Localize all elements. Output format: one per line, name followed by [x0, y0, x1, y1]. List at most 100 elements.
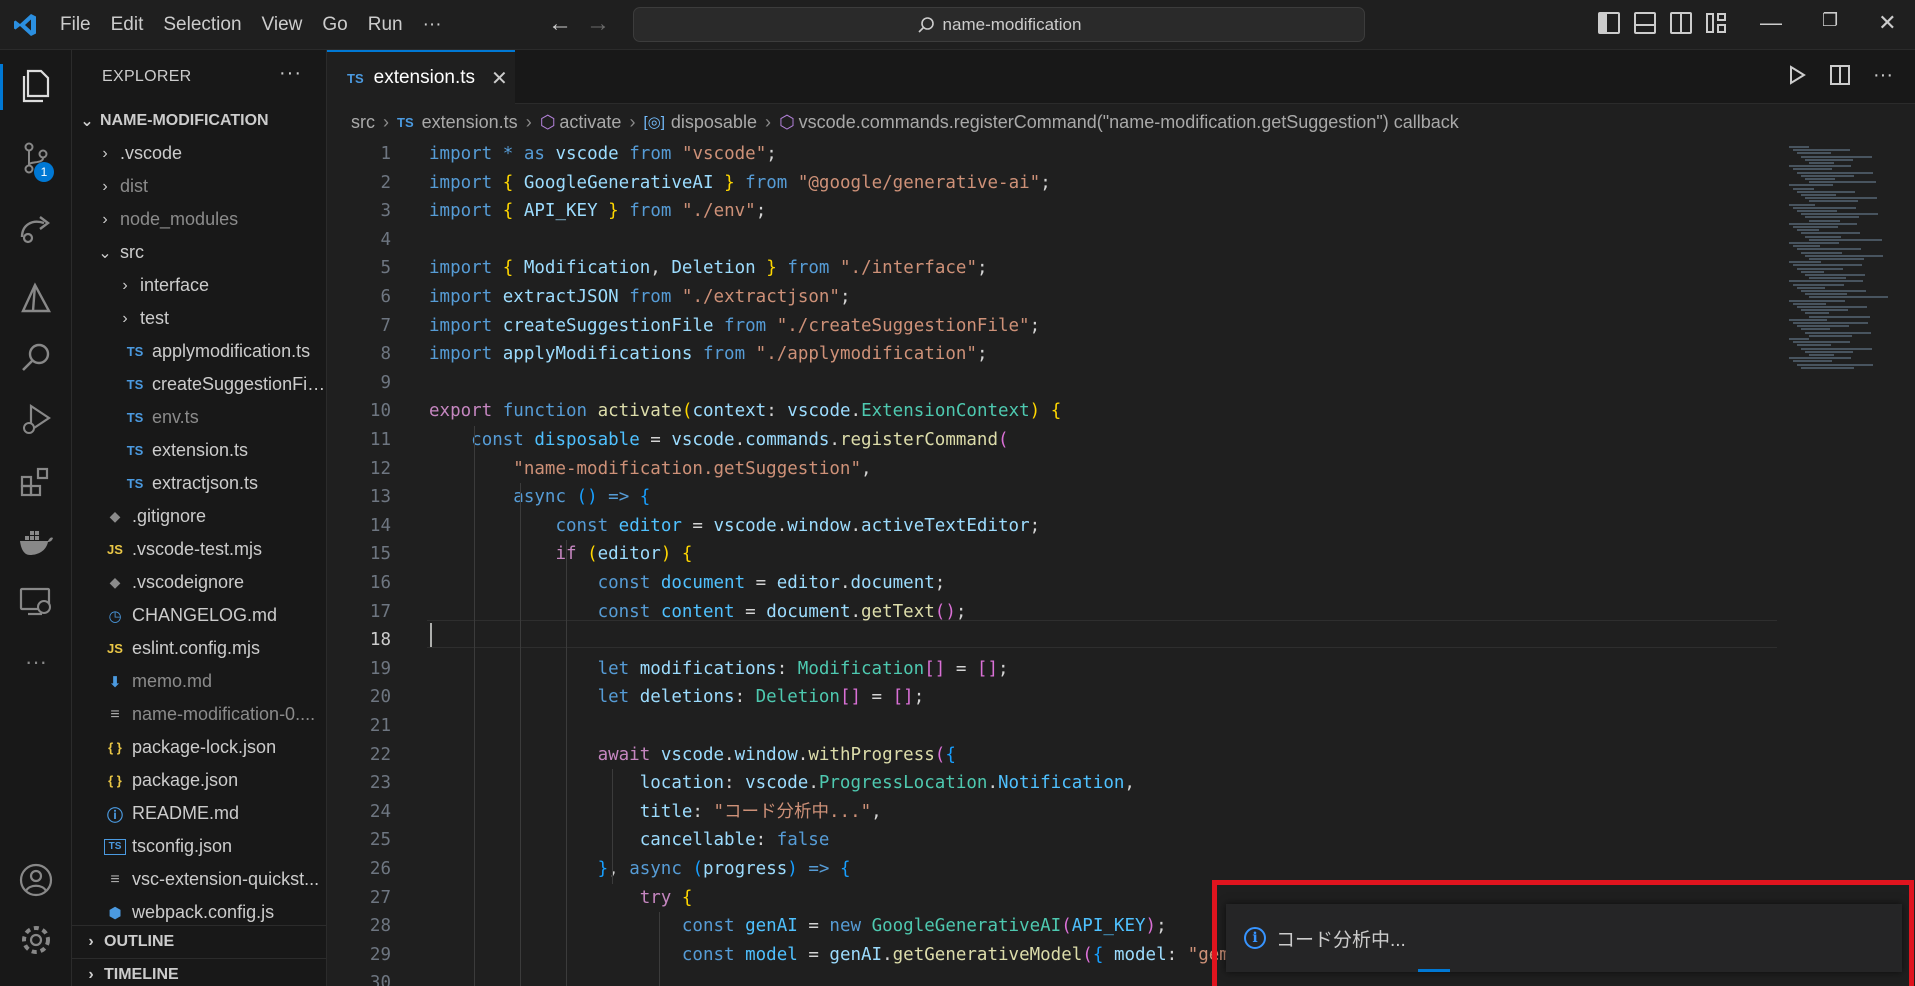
close-window-icon[interactable]: ✕ — [1878, 10, 1896, 36]
breadcrumb-callback[interactable]: vscode.commands.registerCommand("name-mo… — [799, 112, 1459, 133]
minimize-icon[interactable]: — — [1760, 10, 1782, 36]
code-token: ) — [660, 544, 672, 565]
minimap-line — [1797, 190, 1855, 193]
menu-item[interactable]: Selection — [153, 8, 251, 42]
back-arrow-icon[interactable]: ← — [548, 10, 572, 38]
code-text: if (editor) { — [429, 540, 692, 568]
code-text: location: vscode.ProgressLocation.Notifi… — [429, 769, 1135, 797]
tree-root-folder[interactable]: ⌄ NAME-MODIFICATION — [72, 104, 326, 137]
menu-item[interactable]: View — [252, 8, 313, 42]
code-token: ; — [955, 601, 967, 622]
run-icon[interactable] — [1787, 64, 1807, 86]
tree-item[interactable]: › node_modules — [72, 203, 326, 236]
minimap-line — [1793, 341, 1850, 344]
remote-explorer-icon[interactable] — [16, 582, 56, 622]
timeline-section[interactable]: › TIMELINE — [72, 958, 326, 986]
more-actions-icon[interactable]: ··· — [1873, 64, 1893, 87]
tree-item[interactable]: TS createSuggestionFil... — [72, 368, 326, 401]
menu-item[interactable]: ··· — [413, 8, 452, 42]
tree-item[interactable]: ⬇ memo.md — [72, 665, 326, 698]
tree-item[interactable]: { } package.json — [72, 764, 326, 797]
code-token: modifications — [639, 658, 777, 679]
breadcrumb-variable[interactable]: disposable — [671, 112, 757, 133]
command-center-search[interactable]: name-modification — [633, 7, 1365, 42]
menu-item[interactable]: Run — [358, 8, 413, 42]
minimap-line — [1801, 213, 1878, 216]
run-debug-icon[interactable] — [16, 400, 56, 440]
indent-guide — [659, 912, 660, 986]
code-token: genAI — [829, 944, 883, 965]
code-line: 13 async () => { — [327, 483, 1777, 511]
toggle-primary-sidebar-icon[interactable] — [1598, 12, 1620, 34]
tree-item[interactable]: TS extension.ts — [72, 434, 326, 467]
split-editor-icon[interactable] — [1829, 64, 1851, 86]
tree-item[interactable]: › dist — [72, 170, 326, 203]
indent-guide — [474, 426, 475, 986]
restore-icon[interactable]: ❐ — [1822, 10, 1838, 36]
code-editor[interactable]: 1 import * as vscode from "vscode"; 2 impor… — [327, 140, 1915, 986]
tree-item[interactable]: TS applymodification.ts — [72, 335, 326, 368]
breadcrumb-src[interactable]: src — [351, 112, 375, 133]
tree-item[interactable]: › test — [72, 302, 326, 335]
json-file-icon: { } — [108, 773, 122, 788]
prisma-icon[interactable] — [16, 278, 56, 318]
line-number: 26 — [369, 859, 391, 879]
breadcrumb-file[interactable]: extension.ts — [422, 112, 518, 133]
minimap-line — [1797, 171, 1873, 174]
account-icon[interactable] — [16, 860, 56, 900]
javascript-file-icon: JS — [107, 641, 123, 656]
tree-item[interactable]: JS .vscode-test.mjs — [72, 533, 326, 566]
tree-item[interactable]: TS tsconfig.json — [72, 830, 326, 863]
tree-item[interactable]: ≡ vsc-extension-quickst... — [72, 863, 326, 896]
tree-item[interactable]: ≡ name-modification-0.... — [72, 698, 326, 731]
code-token: } — [766, 258, 777, 279]
menu-item[interactable]: Edit — [101, 8, 154, 42]
webpack-file-icon: ⬢ — [108, 904, 122, 922]
code-token: ( — [587, 544, 598, 565]
tree-item[interactable]: › .vscode — [72, 137, 326, 170]
tree-item[interactable]: { } package-lock.json — [72, 731, 326, 764]
outline-section[interactable]: › OUTLINE — [72, 925, 326, 958]
minimap-line — [1805, 254, 1883, 257]
tree-item[interactable]: ◷ CHANGELOG.md — [72, 599, 326, 632]
code-token: . — [724, 744, 735, 765]
tree-item[interactable]: ◆ .vscodeignore — [72, 566, 326, 599]
explorer-icon[interactable] — [16, 66, 56, 106]
tree-item[interactable]: JS eslint.config.mjs — [72, 632, 326, 665]
customize-layout-icon[interactable] — [1706, 12, 1728, 34]
toggle-secondary-sidebar-icon[interactable] — [1670, 12, 1692, 34]
forward-arrow-icon[interactable]: → — [586, 10, 610, 38]
explorer-more-icon[interactable]: ··· — [279, 62, 302, 85]
tree-item[interactable]: › interface — [72, 269, 326, 302]
code-token: ) — [1029, 401, 1041, 422]
docker-icon[interactable] — [16, 522, 56, 562]
tree-item[interactable]: ⌄ src — [72, 236, 326, 269]
tab-extension-ts[interactable]: TS extension.ts ✕ — [327, 50, 515, 104]
breadcrumb: src › TS extension.ts › ⬡ activate › [◎]… — [327, 104, 1915, 140]
tree-item-label: src — [120, 242, 144, 262]
menu-item[interactable]: File — [50, 8, 101, 42]
minimap-line — [1793, 226, 1838, 228]
remote-icon[interactable] — [16, 210, 56, 250]
editor-actions: ··· — [1787, 64, 1893, 87]
close-tab-icon[interactable]: ✕ — [491, 66, 508, 91]
extensions-icon[interactable] — [16, 462, 56, 502]
minimap[interactable] — [1787, 140, 1907, 400]
tree-item[interactable]: TS env.ts — [72, 401, 326, 434]
tree-item[interactable]: ⓘ README.md — [72, 797, 326, 830]
code-token: } — [597, 859, 609, 879]
breadcrumb-function[interactable]: activate — [559, 112, 621, 133]
search-icon[interactable] — [16, 338, 56, 378]
settings-gear-icon[interactable] — [16, 920, 56, 960]
more-icon[interactable]: ··· — [16, 642, 56, 682]
menu-item[interactable]: Go — [312, 8, 357, 42]
tree-item[interactable]: TS extractjson.ts — [72, 467, 326, 500]
tree-item[interactable]: ◆ .gitignore — [72, 500, 326, 533]
toggle-panel-icon[interactable] — [1634, 12, 1656, 34]
